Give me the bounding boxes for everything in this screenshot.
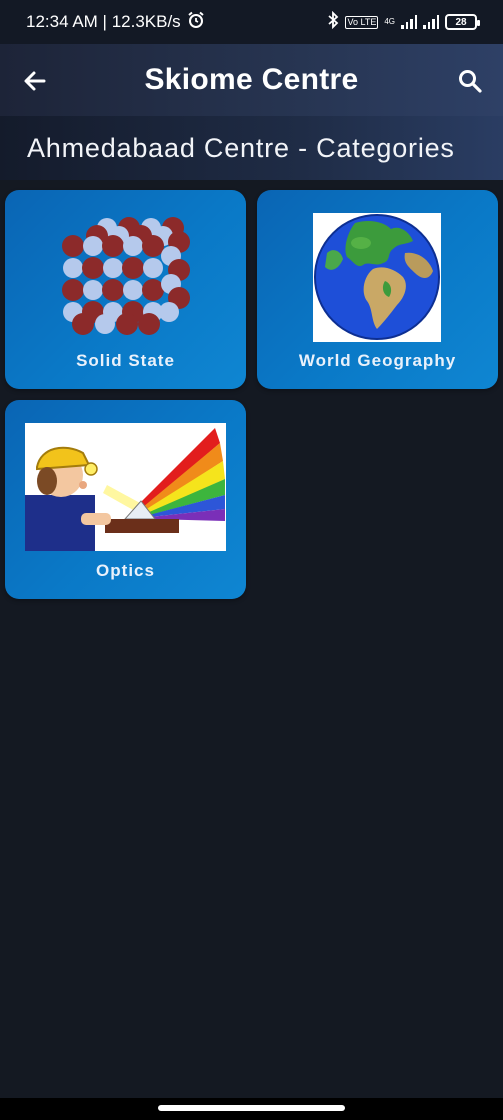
subheader: Ahmedabaad Centre - Categories xyxy=(0,116,503,180)
category-card-optics[interactable]: Optics xyxy=(5,400,246,599)
page-title: Ahmedabaad Centre - Categories xyxy=(27,132,455,163)
category-label: Solid State xyxy=(76,351,175,370)
category-card-world-geography[interactable]: World Geography xyxy=(257,190,498,389)
back-button[interactable] xyxy=(18,64,52,98)
volte-icon: Vo LTE xyxy=(345,15,379,29)
arrow-left-icon xyxy=(24,71,46,91)
bluetooth-icon xyxy=(327,10,339,34)
category-label: Optics xyxy=(96,561,155,580)
network-type: 4G xyxy=(384,17,395,26)
search-button[interactable] xyxy=(453,64,487,98)
status-left: 12:34 AM | 12.3KB/s xyxy=(26,11,205,34)
app-title: Skiome Centre xyxy=(144,63,359,96)
battery-icon: 28 xyxy=(445,14,480,30)
status-time: 12:34 AM | 12.3KB/s xyxy=(26,12,181,31)
search-icon xyxy=(459,70,482,93)
status-right: Vo LTE 4G 28 xyxy=(327,10,480,34)
home-indicator[interactable] xyxy=(158,1105,345,1111)
prism-optics-image xyxy=(25,423,226,551)
alarm-icon xyxy=(187,11,205,34)
signal-icon-2 xyxy=(423,15,439,29)
battery-level: 28 xyxy=(455,16,467,28)
status-bar: 12:34 AM | 12.3KB/s Vo LTE 4G 28 xyxy=(0,0,503,44)
app-bar: Skiome Centre xyxy=(0,44,503,116)
category-card-solid-state[interactable]: Solid State xyxy=(5,190,246,389)
crystal-lattice-image xyxy=(62,217,190,335)
globe-image xyxy=(313,213,441,342)
category-label: World Geography xyxy=(298,351,457,370)
signal-icon xyxy=(401,15,417,29)
